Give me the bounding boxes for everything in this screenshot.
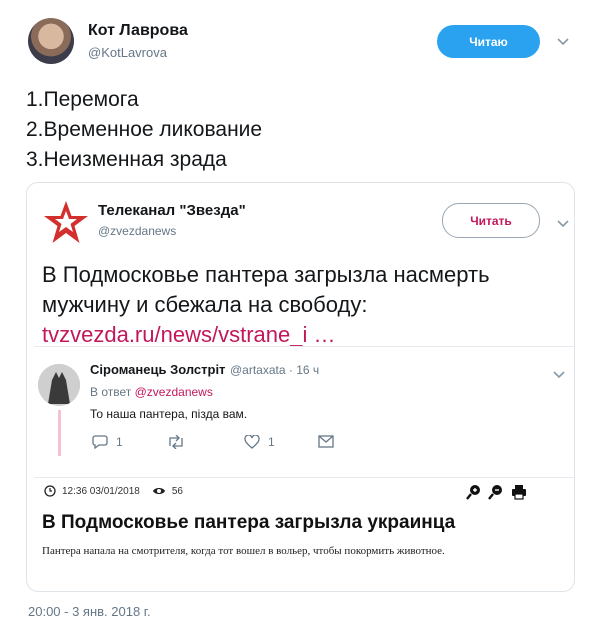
reply-chevron-down-icon[interactable] (553, 366, 565, 382)
quoted-author-handle[interactable]: @zvezdanews (98, 224, 176, 238)
tweet-text-line-1: 1.Перемога (26, 88, 139, 111)
quoted-author-name[interactable]: Телеканал "Звезда" (98, 202, 246, 219)
reply-text: То наша пантера, пізда вам. (90, 407, 248, 421)
author-name[interactable]: Кот Лаврова (88, 22, 188, 40)
article-title[interactable]: В Подмосковье пантера загрызла украинца (42, 512, 455, 534)
chevron-down-icon[interactable] (557, 33, 569, 49)
reply-icon (92, 435, 108, 449)
tweet-text-line-3: 3.Неизменная зрада (26, 148, 227, 171)
article-datetime: 12:36 03/01/2018 (62, 485, 140, 497)
reply-action[interactable]: 1 (92, 435, 123, 449)
zvezda-star-logo[interactable] (42, 199, 90, 247)
zoom-out-icon[interactable] (488, 484, 504, 500)
author-avatar[interactable] (28, 18, 74, 64)
thread-line (58, 410, 61, 456)
retweet-icon (169, 435, 183, 449)
message-action[interactable] (318, 435, 334, 448)
reply-author-name[interactable]: Сіроманець Золстріт (90, 362, 225, 377)
article-meta: 12:36 03/01/2018 56 (44, 485, 183, 497)
article-body: Пантера напала на смотрителя, когда тот … (42, 545, 445, 557)
author-handle[interactable]: @KotLavrova (88, 45, 167, 60)
clock-icon (44, 485, 56, 497)
reply-author-handle[interactable]: @artaxata · 16 ч (230, 363, 319, 377)
reply-to-prefix: В ответ (90, 385, 132, 399)
eye-icon (152, 488, 165, 494)
quoted-text-line-1: В Подмосковье пантера загрызла насмерть (42, 262, 490, 287)
zoom-in-icon[interactable] (466, 484, 482, 500)
envelope-icon (318, 435, 334, 448)
reply-author-avatar[interactable] (38, 364, 80, 406)
like-count: 1 (268, 435, 275, 449)
reply-count: 1 (116, 435, 123, 449)
retweet-action[interactable] (167, 435, 185, 449)
article-views: 56 (171, 485, 183, 497)
quoted-link[interactable]: tvzvezda.ru/news/vstrane_i … (42, 322, 335, 348)
quoted-text-line-2: мужчину и сбежала на свободу: (42, 292, 368, 317)
follow-button[interactable]: Читаю (437, 25, 540, 58)
tweet-timestamp[interactable]: 20:00 - 3 янв. 2018 г. (28, 604, 151, 619)
print-icon[interactable] (511, 484, 527, 500)
reply-to-handle[interactable]: @zvezdanews (135, 385, 213, 399)
quoted-follow-button[interactable]: Читать (442, 203, 540, 238)
reply-to-line: В ответ @zvezdanews (90, 385, 213, 399)
tweet-text-line-2: 2.Временное ликование (26, 118, 263, 141)
like-action[interactable]: 1 (244, 435, 275, 449)
quoted-chevron-down-icon[interactable] (557, 215, 569, 231)
heart-icon (244, 435, 260, 449)
